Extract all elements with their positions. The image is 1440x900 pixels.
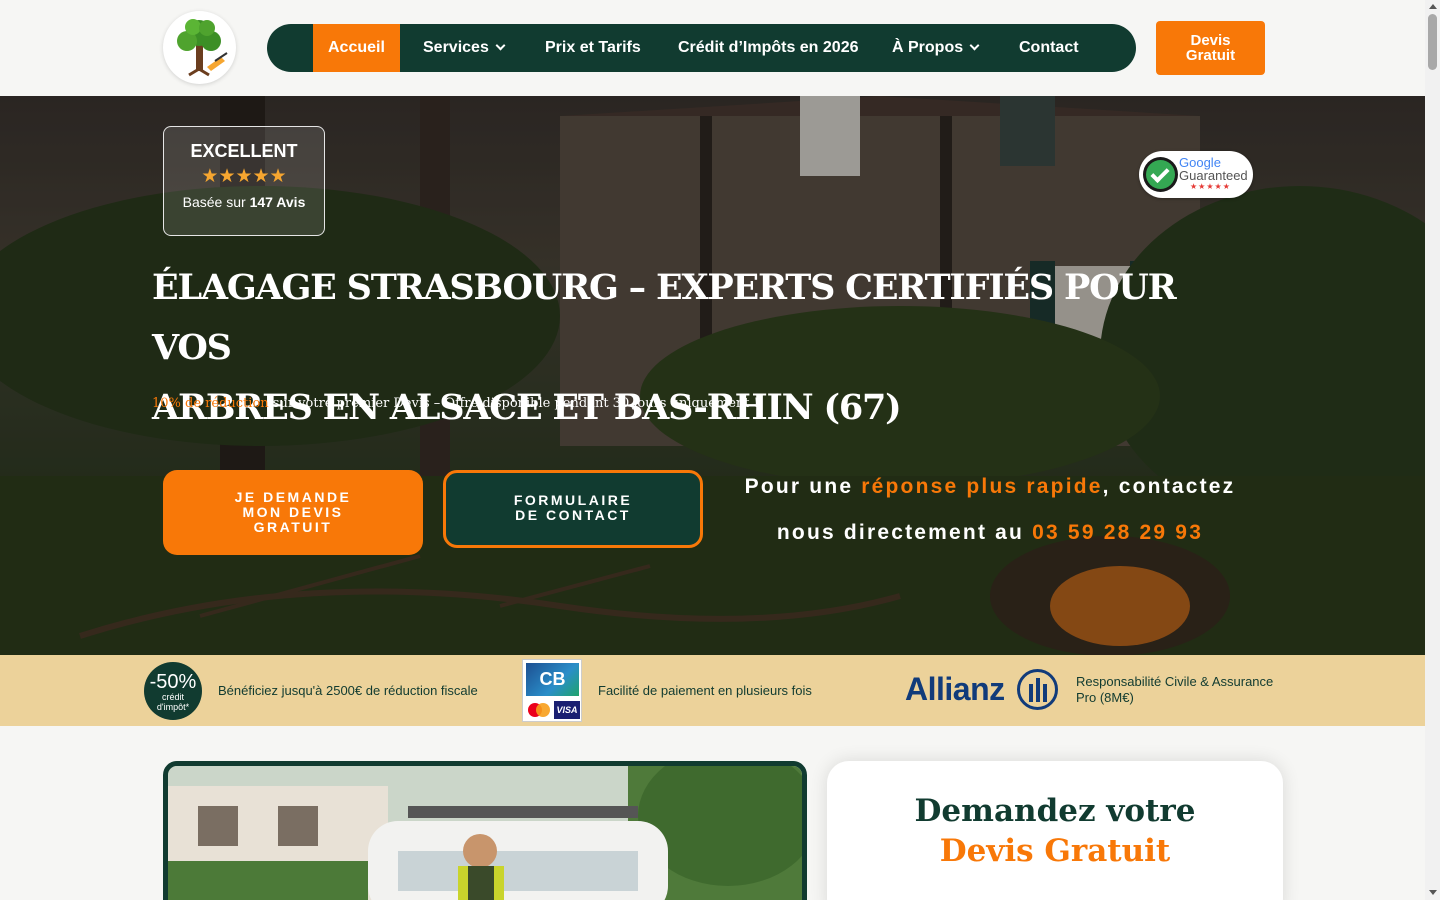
nav-item-prix-tarifs[interactable]: Prix et Tarifs — [545, 24, 641, 72]
site-header: Accueil Services Prix et Tarifs Crédit d… — [0, 0, 1425, 96]
scroll-up-icon[interactable] — [1429, 4, 1437, 9]
contact-form-label-2: DE CONTACT — [515, 507, 631, 523]
phone-callout-text-2: , contactez — [1102, 475, 1236, 498]
scroll-down-icon[interactable] — [1429, 890, 1437, 895]
offer-rest: sur votre premier Devis – Offre disponib… — [272, 396, 759, 411]
trust-band: -50% crédit d'impôt* Bénéficiez jusqu'à … — [0, 655, 1425, 726]
contact-form-label-1: FORMULAIRE — [513, 492, 633, 508]
tax-credit-percent: -50% — [149, 671, 197, 693]
header-devis-label-2: Gratuit — [1185, 47, 1236, 64]
cb-icon: CB — [526, 663, 579, 696]
page-title: ÉLAGAGE STRASBOURG – EXPERTS CERTIFIÉS P… — [152, 258, 1212, 438]
header-devis-button[interactable]: Devis Gratuit — [1156, 21, 1265, 75]
review-count-value: 147 Avis — [249, 194, 306, 210]
chevron-down-icon — [495, 40, 506, 51]
nav-item-label: À Propos — [892, 39, 964, 56]
nav-item-a-propos[interactable]: À Propos — [892, 24, 980, 72]
chevron-down-icon — [969, 40, 980, 51]
tax-credit-sub-1: crédit — [161, 692, 184, 702]
request-quote-button[interactable]: JE DEMANDE MON DEVIS GRATUIT — [163, 470, 423, 555]
nav-item-label: Crédit d’Impôts en 2026 — [678, 39, 859, 56]
visa-icon: VISA — [554, 701, 580, 719]
nav-item-label: Services — [423, 39, 489, 56]
review-widget[interactable]: EXCELLENT ★★★★★ Basée sur 147 Avis — [163, 126, 325, 236]
insurance-text-1: Responsabilité Civile & Assurance — [1076, 674, 1274, 689]
team-photo — [163, 761, 807, 900]
google-guaranteed-badge: Google Guaranteed ★★★★★ — [1139, 151, 1253, 198]
form-title-line-1: Demandez votre — [914, 793, 1196, 829]
nav-item-label: Accueil — [328, 39, 385, 56]
check-badge-icon — [1143, 157, 1178, 192]
allianz-mark-icon — [1017, 669, 1058, 710]
nav-item-label: Prix et Tarifs — [545, 39, 641, 56]
cb-card-logo: CB VISA — [522, 659, 582, 722]
request-quote-label-2: MON DEVIS — [242, 504, 344, 520]
insurance-text-2: Pro (8M€) — [1076, 690, 1134, 705]
phone-number-link[interactable]: 03 59 28 29 93 — [1032, 521, 1203, 544]
guaranteed-label: Guaranteed — [1179, 168, 1248, 183]
review-count: Basée sur 147 Avis — [164, 194, 324, 210]
contact-form-button[interactable]: FORMULAIRE DE CONTACT — [443, 470, 703, 548]
nav-item-contact[interactable]: Contact — [1019, 24, 1079, 72]
request-quote-label-3: GRATUIT — [253, 519, 333, 535]
phone-callout-text-1: Pour une — [744, 475, 854, 498]
phone-callout: Pour une réponse plus rapide, contactez … — [720, 464, 1260, 556]
page-scrollbar[interactable] — [1425, 0, 1440, 900]
review-based-prefix: Basée sur — [182, 194, 246, 210]
nav-item-accueil[interactable]: Accueil — [313, 24, 400, 72]
scrollbar-thumb[interactable] — [1428, 14, 1437, 70]
form-title-line-2: Devis Gratuit — [939, 833, 1171, 869]
payment-text: Facilité de paiement en plusieurs fois — [598, 683, 812, 698]
tree-logo-icon — [177, 19, 228, 77]
phone-callout-text-3: nous directement au — [776, 521, 1025, 544]
request-quote-label-1: JE DEMANDE — [234, 489, 352, 505]
quote-form-card: Demandez votre Devis Gratuit — [827, 761, 1283, 900]
nav-item-services[interactable]: Services — [423, 24, 506, 72]
tax-credit-badge: -50% crédit d'impôt* — [144, 662, 202, 720]
offer-highlight: 10% de réduction — [152, 396, 269, 411]
page-title-line-1: ÉLAGAGE STRASBOURG – EXPERTS CERTIFIÉS P… — [152, 267, 1177, 368]
badge-stars-icon: ★★★★★ — [1190, 182, 1231, 191]
tax-credit-text: Bénéficiez jusqu'à 2500€ de réduction fi… — [218, 683, 478, 698]
mastercard-icon — [526, 701, 552, 719]
phone-callout-highlight: réponse plus rapide — [861, 475, 1103, 498]
header-devis-label-1: Devis — [1190, 32, 1231, 49]
star-rating-icon: ★★★★★ — [201, 166, 287, 187]
offer-text: 10% de réduction sur votre premier Devis… — [152, 396, 759, 411]
allianz-logo: Allianz — [905, 671, 1005, 707]
tax-credit-sub-2: d'impôt* — [156, 702, 190, 712]
review-rating-label: EXCELLENT — [190, 141, 298, 161]
nav-item-label: Contact — [1019, 39, 1079, 56]
logo[interactable] — [163, 11, 236, 84]
worker-van-image — [168, 766, 802, 900]
nav-item-credit-impots[interactable]: Crédit d’Impôts en 2026 — [678, 24, 859, 72]
insurance-text: Responsabilité Civile & Assurance Pro (8… — [1076, 674, 1273, 706]
main-nav: Accueil Services Prix et Tarifs Crédit d… — [267, 24, 1136, 72]
hero-section: EXCELLENT ★★★★★ Basée sur 147 Avis Googl… — [0, 96, 1425, 655]
